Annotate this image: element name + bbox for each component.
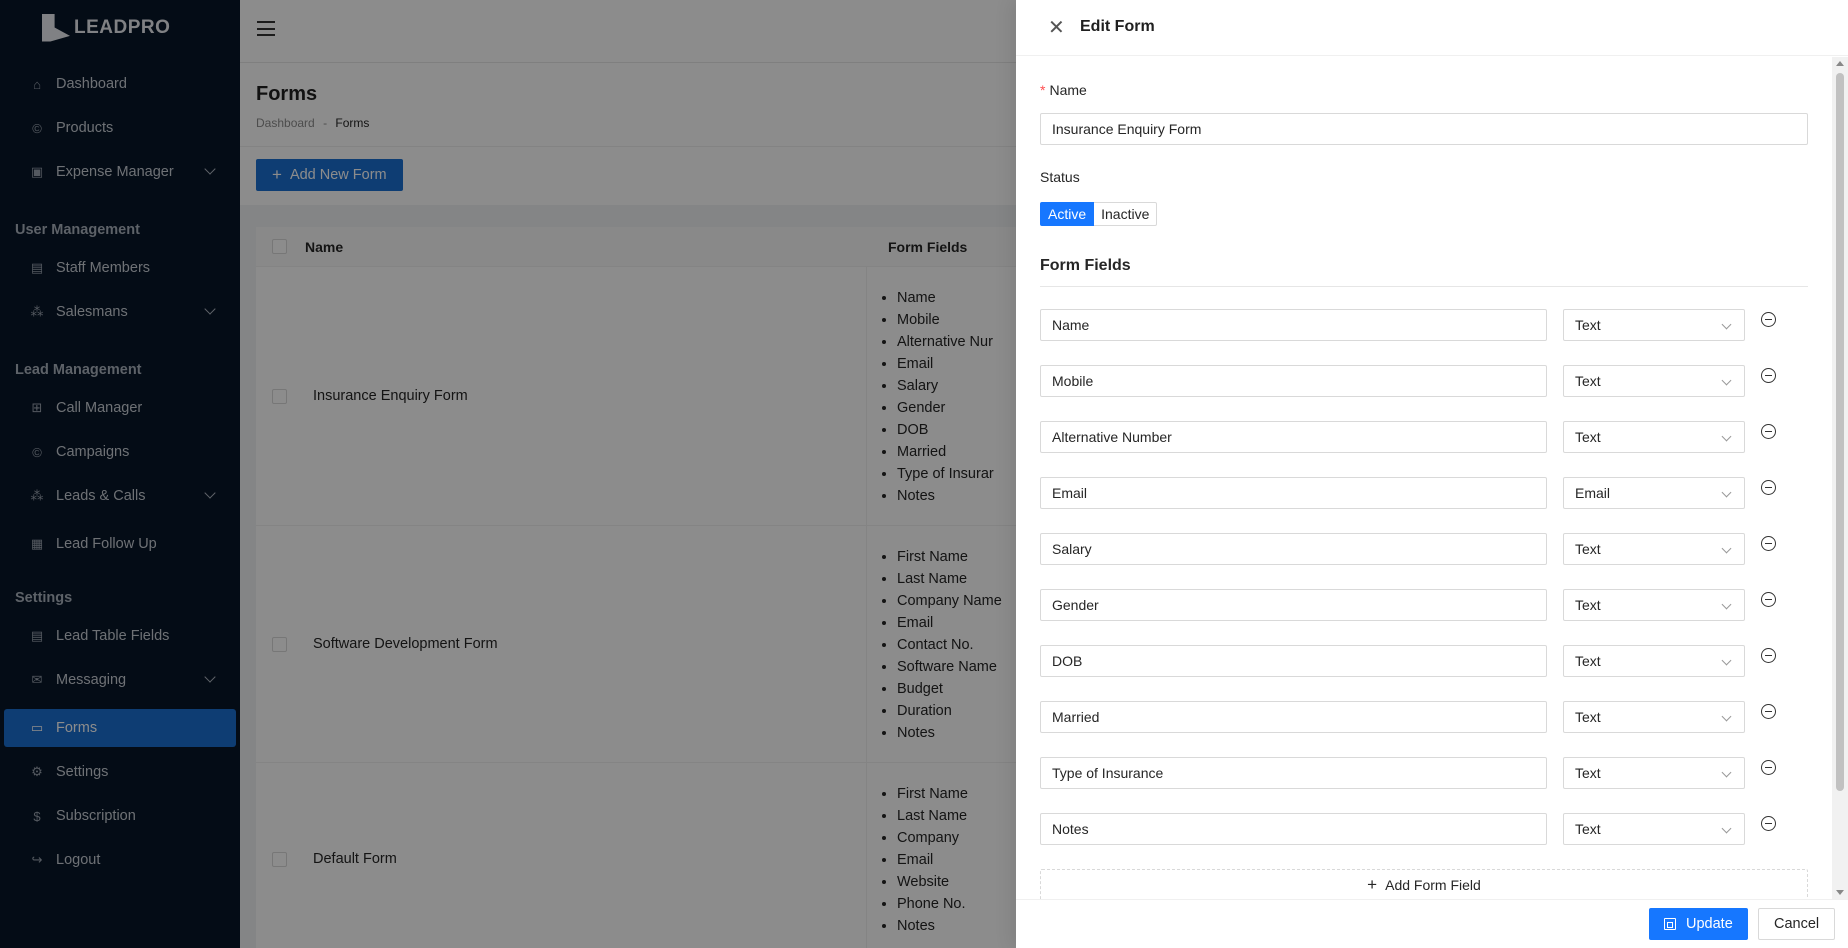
- remove-field-icon[interactable]: [1761, 536, 1776, 551]
- drawer-title: Edit Form: [1080, 18, 1155, 35]
- field-type-value: Text: [1575, 597, 1601, 613]
- drawer-header: ✕ Edit Form: [1016, 0, 1848, 56]
- field-type-select[interactable]: Text: [1563, 813, 1745, 845]
- scroll-down-arrow-icon[interactable]: [1836, 890, 1844, 895]
- field-type-value: Text: [1575, 429, 1601, 445]
- save-icon: [1664, 918, 1676, 930]
- field-type-select[interactable]: Text: [1563, 421, 1745, 453]
- field-type-value: Text: [1575, 317, 1601, 333]
- field-name-input[interactable]: Notes: [1040, 813, 1547, 845]
- field-name-input[interactable]: Salary: [1040, 533, 1547, 565]
- field-name-input[interactable]: Married: [1040, 701, 1547, 733]
- field-name-input[interactable]: Email: [1040, 477, 1547, 509]
- status-toggle: Active Inactive: [1040, 202, 1158, 226]
- status-inactive-option[interactable]: Inactive: [1094, 202, 1158, 226]
- field-type-value: Email: [1575, 485, 1611, 501]
- close-icon[interactable]: ✕: [1048, 18, 1065, 38]
- scroll-thumb[interactable]: [1836, 73, 1844, 791]
- plus-icon: +: [1367, 875, 1378, 894]
- chevron-down-icon: [1721, 319, 1732, 330]
- drawer-scrollbar[interactable]: [1832, 57, 1848, 899]
- drawer-body: * Name Insurance Enquiry Form Status Acti…: [1016, 57, 1832, 899]
- field-type-select[interactable]: Text: [1563, 365, 1745, 397]
- edit-form-drawer: ✕ Edit Form * Name Insurance Enquiry Form…: [1016, 0, 1848, 948]
- remove-field-icon[interactable]: [1761, 648, 1776, 663]
- add-form-field-button[interactable]: + Add Form Field: [1040, 869, 1808, 899]
- chevron-down-icon: [1721, 487, 1732, 498]
- chevron-down-icon: [1721, 543, 1732, 554]
- field-type-select[interactable]: Text: [1563, 309, 1745, 341]
- field-type-select[interactable]: Email: [1563, 477, 1745, 509]
- cancel-button[interactable]: Cancel: [1758, 908, 1836, 940]
- field-type-value: Text: [1575, 709, 1601, 725]
- field-type-select[interactable]: Text: [1563, 533, 1745, 565]
- remove-field-icon[interactable]: [1761, 312, 1776, 327]
- add-form-field-label: Add Form Field: [1385, 877, 1481, 893]
- remove-field-icon[interactable]: [1761, 704, 1776, 719]
- name-label-text: Name: [1049, 82, 1087, 98]
- chevron-down-icon: [1721, 655, 1732, 666]
- name-label: * Name: [1040, 82, 1087, 98]
- remove-field-icon[interactable]: [1761, 760, 1776, 775]
- update-label: Update: [1686, 916, 1733, 932]
- field-type-value: Text: [1575, 653, 1601, 669]
- field-name-input[interactable]: Type of Insurance: [1040, 757, 1547, 789]
- field-type-select[interactable]: Text: [1563, 589, 1745, 621]
- field-name-input[interactable]: Mobile: [1040, 365, 1547, 397]
- chevron-down-icon: [1721, 823, 1732, 834]
- field-type-value: Text: [1575, 373, 1601, 389]
- remove-field-icon[interactable]: [1761, 592, 1776, 607]
- chevron-down-icon: [1721, 711, 1732, 722]
- field-name-input[interactable]: Name: [1040, 309, 1547, 341]
- chevron-down-icon: [1721, 767, 1732, 778]
- chevron-down-icon: [1721, 599, 1732, 610]
- field-name-input[interactable]: Alternative Number: [1040, 421, 1547, 453]
- chevron-down-icon: [1721, 375, 1732, 386]
- scroll-up-arrow-icon[interactable]: [1836, 61, 1844, 66]
- form-fields-heading: Form Fields: [1040, 257, 1808, 287]
- status-label: Status: [1040, 169, 1080, 185]
- field-type-value: Text: [1575, 821, 1601, 837]
- remove-field-icon[interactable]: [1761, 424, 1776, 439]
- update-button[interactable]: Update: [1649, 908, 1748, 940]
- field-type-select[interactable]: Text: [1563, 757, 1745, 789]
- required-mark: *: [1040, 82, 1046, 98]
- chevron-down-icon: [1721, 431, 1732, 442]
- remove-field-icon[interactable]: [1761, 368, 1776, 383]
- field-type-value: Text: [1575, 765, 1601, 781]
- field-type-select[interactable]: Text: [1563, 701, 1745, 733]
- field-type-value: Text: [1575, 541, 1601, 557]
- field-type-select[interactable]: Text: [1563, 645, 1745, 677]
- field-name-input[interactable]: DOB: [1040, 645, 1547, 677]
- status-active-option[interactable]: Active: [1040, 202, 1095, 226]
- remove-field-icon[interactable]: [1761, 816, 1776, 831]
- form-name-input[interactable]: Insurance Enquiry Form: [1040, 113, 1808, 145]
- field-name-input[interactable]: Gender: [1040, 589, 1547, 621]
- drawer-footer: Update Cancel: [1016, 899, 1848, 948]
- remove-field-icon[interactable]: [1761, 480, 1776, 495]
